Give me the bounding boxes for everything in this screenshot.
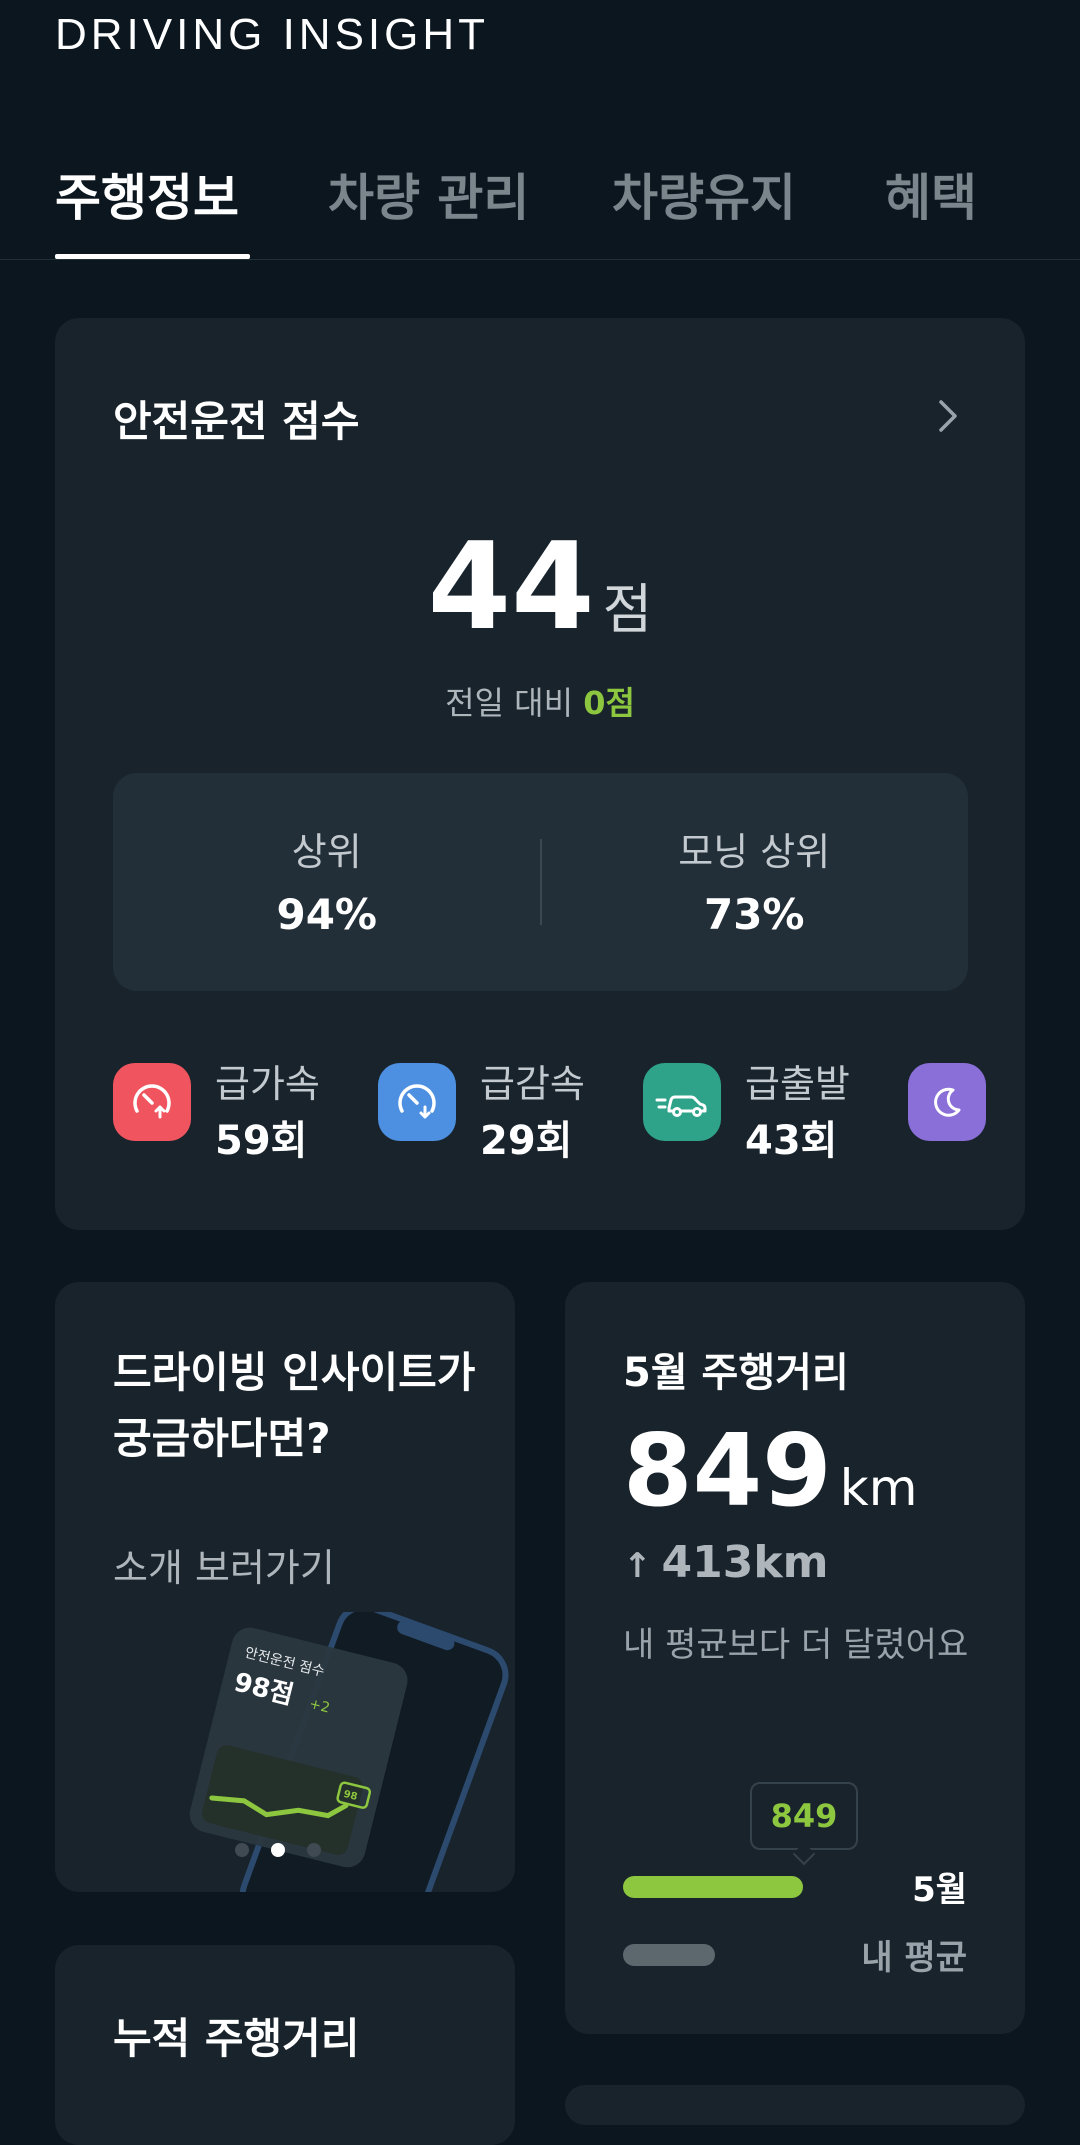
carousel-indicator (235, 1842, 343, 1862)
model-rank: 모닝 상위 73% (541, 821, 969, 939)
rapid-acceleration-icon (113, 1063, 191, 1141)
distance-delta: ↑ 413km (623, 1537, 828, 1588)
score-compare: 전일 대비 0점 (55, 678, 1025, 724)
tab-vehicle-maintenance[interactable]: 차량유지 (612, 158, 796, 230)
tab-bar: 주행정보 차량 관리 차량유지 혜택 (0, 130, 1080, 260)
bar-label-my-average: 내 평균 (861, 1938, 967, 1978)
rank-label: 상위 (291, 830, 362, 874)
event-count: 59회 (215, 1118, 308, 1164)
score-card-title: 안전운전 점수 (113, 397, 360, 446)
tab-driving-info[interactable]: 주행정보 (55, 158, 239, 230)
carousel-dot-active[interactable] (271, 1843, 285, 1857)
app-title: DRIVING INSIGHT (55, 10, 490, 59)
safe-driving-score-card[interactable]: 안전운전 점수 44 점 전일 대비 0점 상위 94% 모닝 상위 73% 급… (55, 318, 1025, 1230)
rank-box: 상위 94% 모닝 상위 73% (113, 773, 968, 991)
bar-current-month (623, 1876, 803, 1898)
rapid-start-icon (643, 1063, 721, 1141)
distance-value-row: 849 km (623, 1412, 917, 1529)
active-tab-indicator (55, 254, 250, 259)
chevron-right-icon[interactable] (927, 396, 967, 436)
carousel-dot[interactable] (235, 1843, 249, 1857)
next-card-edge (565, 2085, 1025, 2125)
tab-vehicle-management[interactable]: 차량 관리 (328, 158, 529, 230)
event-label: 급출발 (745, 1062, 850, 1106)
event-label: 급가속 (215, 1062, 320, 1106)
promo-link[interactable]: 소개 보러가기 (113, 1537, 335, 1592)
score-value-row: 44 점 (55, 518, 1025, 657)
promo-title: 드라이빙 인사이트가 궁금하다면? (113, 1348, 476, 1463)
bar-label-current-month: 5월 (912, 1870, 967, 1910)
event-rapid-start[interactable]: 급출발 43회 (643, 1048, 893, 1168)
cumulative-distance-card[interactable]: 누적 주행거리 (55, 1945, 515, 2145)
distance-title: 5월 주행거리 (623, 1350, 849, 1396)
arrow-up-icon: ↑ (623, 1546, 652, 1586)
compare-label: 전일 대비 (445, 684, 574, 722)
bar-my-average (623, 1944, 716, 1966)
current-value-bubble: 849 (750, 1782, 858, 1850)
rank-value: 73% (703, 890, 805, 939)
distance-delta-value: 413km (661, 1537, 829, 1588)
driving-events-scroller[interactable]: 급가속 59회 급감속 29회 급출발 43회 (113, 1048, 1025, 1168)
event-rapid-deceleration[interactable]: 급감속 29회 (378, 1048, 628, 1168)
event-count: 29회 (480, 1118, 573, 1164)
event-night-driving[interactable] (908, 1048, 1025, 1168)
event-label: 급감속 (480, 1062, 585, 1106)
event-rapid-acceleration[interactable]: 급가속 59회 (113, 1048, 363, 1168)
carousel-dot[interactable] (307, 1843, 321, 1857)
rank-label: 모닝 상위 (678, 830, 831, 874)
night-driving-icon (908, 1063, 986, 1141)
score-unit: 점 (602, 578, 653, 641)
distance-value: 849 (623, 1412, 832, 1529)
rank-value: 94% (276, 890, 378, 939)
monthly-distance-card[interactable]: 5월 주행거리 849 km ↑ 413km 내 평균보다 더 달렸어요 849 5… (565, 1282, 1025, 2034)
intro-promo-card[interactable]: 드라이빙 인사이트가 궁금하다면? 소개 보러가기 안전운전 점수 98점 +2… (55, 1282, 515, 1892)
tab-benefits[interactable]: 혜택 (885, 158, 977, 230)
event-count: 43회 (745, 1118, 838, 1164)
compare-value: 0점 (583, 684, 635, 722)
distance-description: 내 평균보다 더 달렸어요 (623, 1625, 969, 1665)
distance-unit: km (839, 1459, 918, 1517)
score-value: 44 (427, 518, 595, 657)
overall-rank: 상위 94% (113, 821, 541, 939)
rapid-deceleration-icon (378, 1063, 456, 1141)
cumulative-title: 누적 주행거리 (113, 2014, 360, 2063)
